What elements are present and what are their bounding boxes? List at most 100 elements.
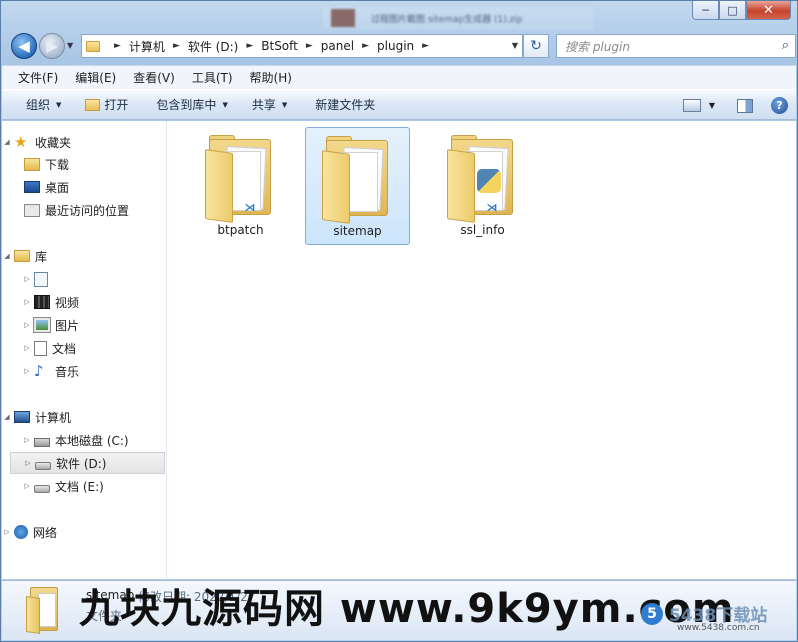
menu-file[interactable]: 文件(F) xyxy=(6,69,64,86)
chevron-down-icon[interactable]: ▼ xyxy=(709,101,715,110)
expand-arrow-icon[interactable]: ▷ xyxy=(2,528,12,536)
music-note-icon: ♪ xyxy=(34,362,44,380)
open-label: 打开 xyxy=(104,98,129,112)
recent-pages-dropdown[interactable]: ▼ xyxy=(67,41,73,50)
sidebar-label: 图片 xyxy=(55,318,80,333)
sidebar-item-drive-e[interactable]: ▷ 文档 (E:) xyxy=(2,475,166,497)
watermark-url: www.5438.com.cn xyxy=(677,623,760,633)
drive-icon xyxy=(35,461,51,470)
breadcrumb-separator[interactable]: ► xyxy=(173,41,180,51)
breadcrumb-btsoft[interactable]: BtSoft xyxy=(261,39,298,53)
search-input[interactable]: 搜索 plugin ⌕ xyxy=(556,34,796,58)
sidebar-label: 网络 xyxy=(33,525,58,540)
system-drive-icon xyxy=(34,437,50,447)
recent-places-icon xyxy=(24,203,40,217)
sidebar-item-computer[interactable]: ◢ 计算机 xyxy=(2,406,166,428)
open-button[interactable]: 打开 xyxy=(73,90,140,119)
sidebar-label: 库 xyxy=(35,249,48,264)
breadcrumb-plugin[interactable]: plugin xyxy=(377,39,414,53)
breadcrumb-computer[interactable]: 计算机 xyxy=(129,38,165,55)
sidebar-label: 计算机 xyxy=(35,410,72,425)
help-icon[interactable]: ? xyxy=(771,97,788,114)
change-view-icon[interactable] xyxy=(682,99,701,112)
close-button[interactable]: ✕ xyxy=(746,1,791,20)
minimize-button[interactable]: ─ xyxy=(692,1,719,20)
menu-tools[interactable]: 工具(T) xyxy=(181,69,239,86)
search-placeholder: 搜索 plugin xyxy=(565,39,630,54)
organize-button[interactable]: 组织 ▼ xyxy=(2,90,73,119)
sidebar-item-library-unnamed[interactable]: ▷ xyxy=(2,268,166,290)
sidebar-label: 最近访问的位置 xyxy=(45,203,130,218)
sidebar-item-libraries[interactable]: ◢ 库 xyxy=(2,245,166,267)
breadcrumb-panel[interactable]: panel xyxy=(321,39,354,53)
sidebar-item-documents[interactable]: ▷ 文档 xyxy=(2,337,166,359)
expand-arrow-icon[interactable]: ▷ xyxy=(22,436,32,444)
new-folder-button[interactable]: 新建文件夹 xyxy=(299,90,387,119)
sidebar-item-desktop[interactable]: 桌面 xyxy=(2,176,166,198)
breadcrumb-separator[interactable]: ► xyxy=(306,41,313,51)
folder-item-sitemap[interactable]: sitemap xyxy=(305,127,410,245)
breadcrumb-separator[interactable]: ► xyxy=(362,41,369,51)
menu-bar: 文件(F) 编辑(E) 查看(V) 工具(T) 帮助(H) xyxy=(2,65,796,89)
sidebar-item-recent[interactable]: 最近访问的位置 xyxy=(2,199,166,221)
computer-icon xyxy=(14,411,30,423)
include-in-library-button[interactable]: 包含到库中 ▼ xyxy=(140,90,239,119)
breadcrumb-separator[interactable]: ► xyxy=(422,41,429,51)
breadcrumb-separator[interactable]: ► xyxy=(114,41,121,51)
sidebar-item-drive-c[interactable]: ▷ 本地磁盘 (C:) xyxy=(2,429,166,451)
site-logo-icon: 5 xyxy=(641,602,663,625)
sidebar-item-network[interactable]: ▷ 网络 xyxy=(2,521,166,543)
maximize-button[interactable]: □ xyxy=(719,1,746,20)
sidebar-label: 文档 (E:) xyxy=(55,479,104,494)
address-history-dropdown[interactable]: ▼ xyxy=(512,41,518,50)
preview-pane-icon[interactable] xyxy=(737,98,753,113)
blurred-title-text: 过程图片截图 sitemap生成器 (1).zip xyxy=(371,14,523,25)
command-bar-right: ▼ ? xyxy=(682,90,788,121)
back-button[interactable]: ◀ xyxy=(11,33,37,59)
collapse-arrow-icon[interactable]: ◢ xyxy=(2,413,12,421)
folder-name: ssl_info xyxy=(460,223,505,237)
expand-arrow-icon[interactable]: ▷ xyxy=(22,344,32,352)
collapse-arrow-icon[interactable]: ◢ xyxy=(2,138,12,146)
expand-arrow-icon[interactable]: ▷ xyxy=(22,482,32,490)
expand-arrow-icon[interactable]: ▷ xyxy=(22,367,32,375)
expand-arrow-icon[interactable]: ▷ xyxy=(22,298,32,306)
collapse-arrow-icon[interactable]: ◢ xyxy=(2,252,12,260)
search-icon[interactable]: ⌕ xyxy=(782,38,789,53)
sidebar-label: 本地磁盘 (C:) xyxy=(55,433,129,448)
address-bar[interactable]: ► 计算机 ► 软件 (D:) ► BtSoft ► panel ► plugi… xyxy=(81,34,523,58)
menu-edit[interactable]: 编辑(E) xyxy=(64,69,122,86)
folder-item-ssl-info[interactable]: ⋊ ssl_info xyxy=(430,127,535,245)
expand-arrow-icon[interactable]: ▷ xyxy=(23,459,33,467)
sidebar-item-videos[interactable]: ▷ 视频 xyxy=(2,291,166,313)
folder-item-btpatch[interactable]: ⋊ btpatch xyxy=(188,127,293,245)
document-icon xyxy=(34,340,47,356)
sidebar-item-favorites[interactable]: ◢ ★ 收藏夹 xyxy=(2,131,166,153)
sidebar-item-music[interactable]: ▷ ♪ 音乐 xyxy=(2,360,166,382)
refresh-button[interactable]: ↻ xyxy=(523,34,549,58)
watermark-text: 九块九源码网 www.9k9ym.com xyxy=(79,586,735,632)
sidebar-item-pictures[interactable]: ▷ 图片 xyxy=(2,314,166,336)
library-icon xyxy=(14,250,30,262)
include-label: 包含到库中 xyxy=(156,98,217,112)
sidebar-label: 下载 xyxy=(45,157,70,172)
menu-help[interactable]: 帮助(H) xyxy=(239,69,298,86)
sidebar-label: 软件 (D:) xyxy=(56,456,107,471)
share-button[interactable]: 共享 ▼ xyxy=(240,90,299,119)
sidebar-item-drive-d[interactable]: ▷ 软件 (D:) xyxy=(10,452,165,474)
chevron-down-icon: ▼ xyxy=(222,100,228,109)
expand-arrow-icon[interactable]: ▷ xyxy=(22,321,32,329)
navigation-pane: ◢ ★ 收藏夹 下载 桌面 最近访问的位置 ◢ 库 ▷ ▷ 视频 ▷ 图片 ▷ … xyxy=(2,121,167,579)
menu-view[interactable]: 查看(V) xyxy=(122,69,181,86)
explorer-window: 过程图片截图 sitemap生成器 (1).zip ─ □ ✕ ◀ ▶ ▼ ► … xyxy=(0,0,798,642)
breadcrumb-separator[interactable]: ► xyxy=(246,41,253,51)
forward-button[interactable]: ▶ xyxy=(39,33,65,59)
sidebar-label: 桌面 xyxy=(45,180,70,195)
window-controls: ─ □ ✕ xyxy=(692,1,791,20)
folder-name: btpatch xyxy=(217,223,264,237)
expand-arrow-icon[interactable]: ▷ xyxy=(22,275,32,283)
desktop-icon xyxy=(24,181,40,193)
sidebar-item-downloads[interactable]: 下载 xyxy=(2,153,166,175)
breadcrumb-drive-d[interactable]: 软件 (D:) xyxy=(188,38,238,55)
folder-name: sitemap xyxy=(333,224,382,238)
